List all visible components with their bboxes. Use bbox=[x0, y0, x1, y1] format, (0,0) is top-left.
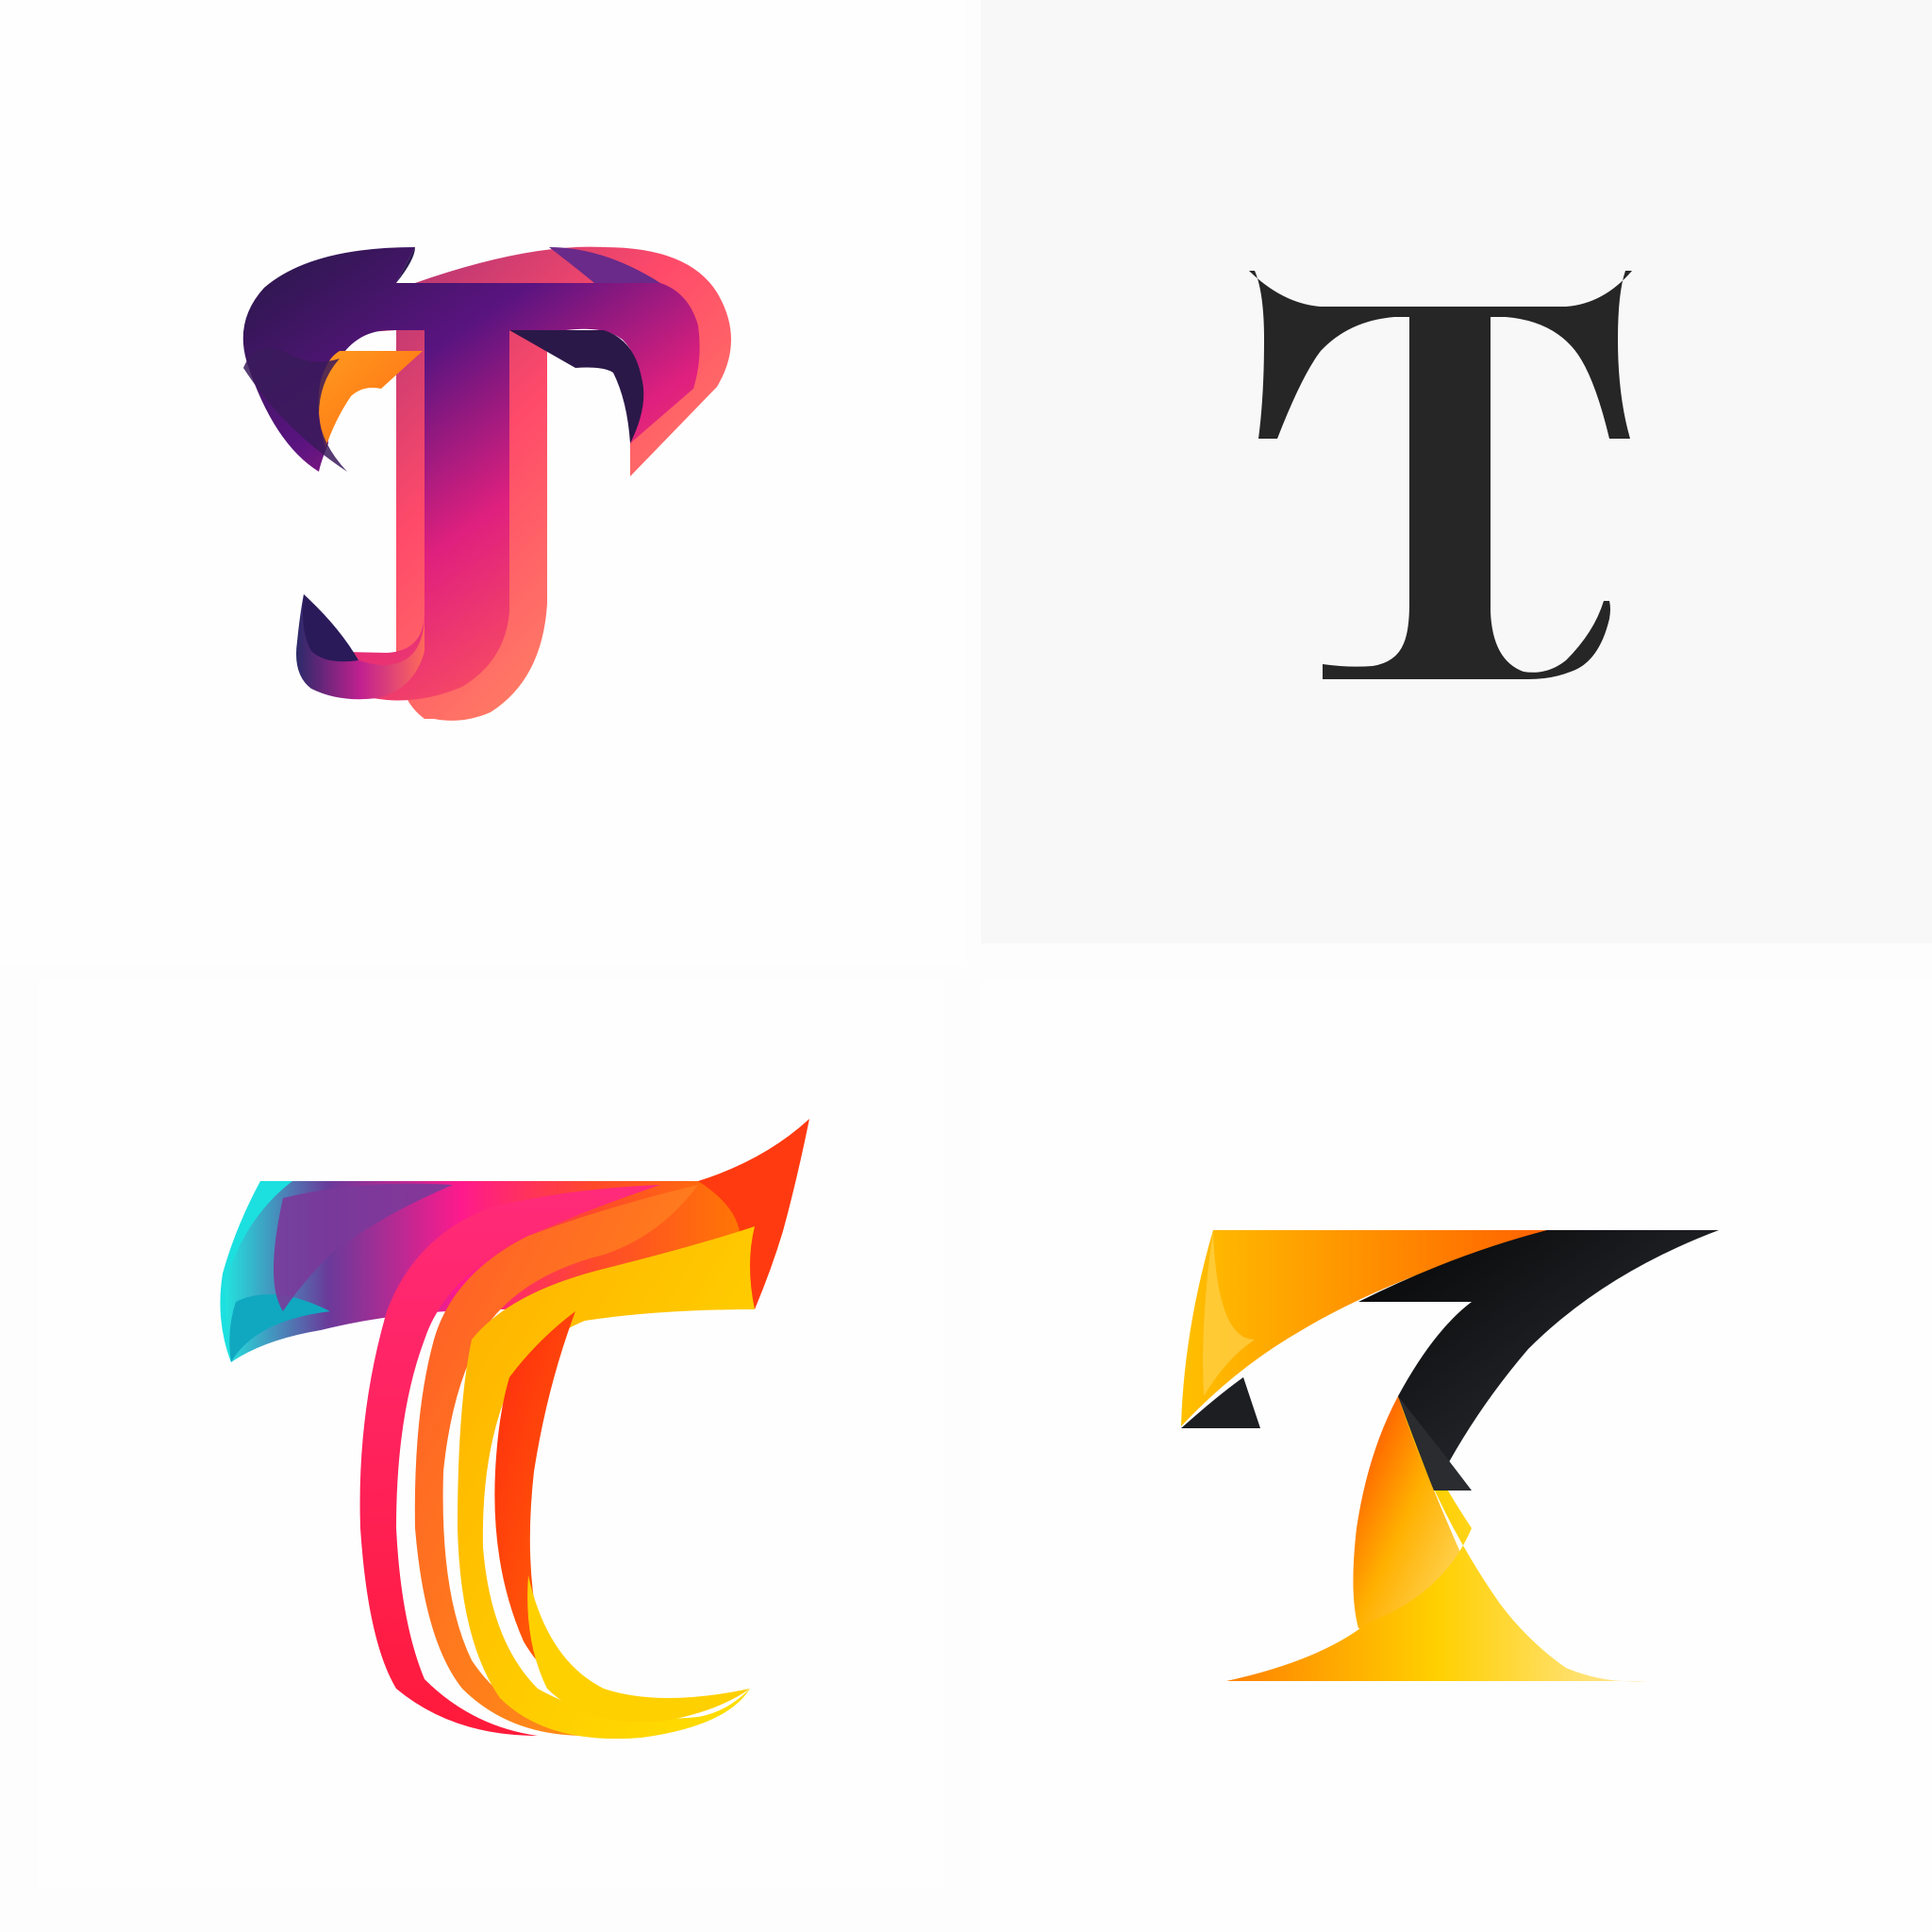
logo-sheet bbox=[0, 0, 1932, 1932]
logo-grid bbox=[0, 0, 1932, 1932]
panel-bottom-right bbox=[981, 981, 1932, 1932]
